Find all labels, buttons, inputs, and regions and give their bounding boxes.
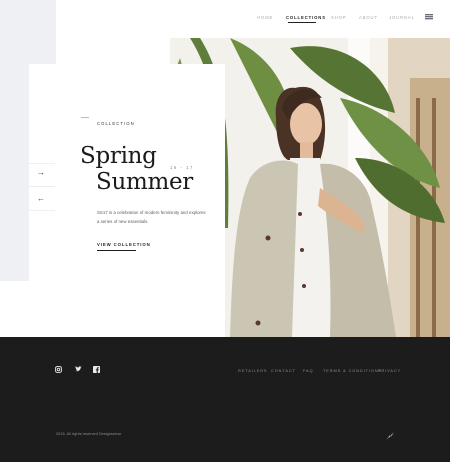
nav-active-underline (288, 22, 316, 23)
nav-collections[interactable]: Collections (286, 15, 326, 20)
twitter-icon[interactable] (75, 366, 82, 375)
flag-icon[interactable] (425, 14, 433, 20)
nav-about[interactable]: About (359, 15, 378, 20)
hero-title-line1: Spring (80, 143, 157, 169)
facebook-icon[interactable] (93, 366, 100, 376)
hero-title-line2: Summer (96, 169, 193, 195)
nav-journal[interactable]: Journal (389, 15, 415, 20)
carousel-arrows: → ← (29, 163, 55, 211)
footer-link-faq[interactable]: FAQ (303, 368, 313, 373)
arrow-divider (29, 186, 55, 187)
view-collection-link[interactable]: VIEW COLLECTION (97, 242, 151, 247)
collection-eyebrow: COLLECTION (97, 121, 135, 126)
footer-link-contact[interactable]: CONTACT (271, 368, 296, 373)
instagram-icon[interactable] (55, 366, 62, 376)
nav-shop[interactable]: Shop (331, 15, 346, 20)
arrow-right-icon[interactable]: → (37, 169, 45, 177)
eyebrow-dash (81, 117, 89, 118)
cta-underline (97, 250, 136, 251)
footer-link-retailers[interactable]: RETAILERS (238, 368, 267, 373)
hero-description: SS17 is a celebration of modern feminini… (97, 210, 206, 224)
footer-link-terms[interactable]: TERMS & CONDITIONS (323, 368, 382, 373)
hero-card (29, 64, 225, 337)
brand-logo-icon[interactable] (385, 428, 395, 440)
footer-link-privacy[interactable]: PRIVACY (378, 368, 401, 373)
arrow-left-icon[interactable]: ← (37, 195, 45, 203)
site-footer (0, 337, 450, 462)
season-year: 16 - 17 (170, 165, 194, 170)
copyright-text: 2016. All rights reserved Designsense (56, 431, 122, 436)
nav-home[interactable]: Home (257, 15, 273, 20)
